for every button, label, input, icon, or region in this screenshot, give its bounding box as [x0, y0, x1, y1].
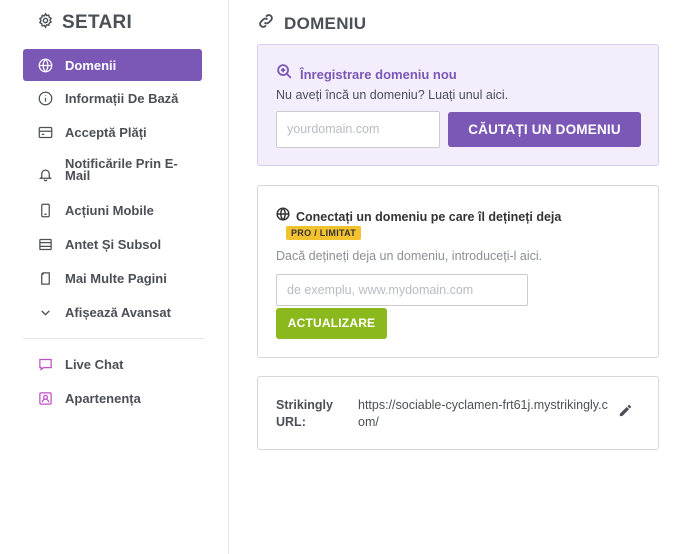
globe-icon: [37, 57, 53, 73]
sidebar-item-more-pages[interactable]: Mai Multe Pagini: [23, 261, 202, 295]
sidebar-item-show-advanced[interactable]: Afișează Avansat: [23, 295, 202, 329]
chat-icon: [37, 356, 53, 372]
sidebar-title: SETARI: [62, 12, 133, 33]
connect-heading: Conectați un domeniu pe care îl dețineți…: [296, 209, 562, 224]
pencil-edit-icon[interactable]: [618, 403, 634, 419]
sidebar-item-label: Mai Multe Pagini: [65, 270, 167, 286]
gear-icon: [37, 12, 54, 34]
sidebar-item-label: Domenii: [65, 57, 117, 73]
strikingly-url-card: Strikingly URL: https://sociable-cyclame…: [257, 376, 659, 450]
sidebar-item-label: Antet Și Subsol: [65, 236, 162, 252]
mobile-icon: [37, 202, 53, 218]
register-subtitle: Nu aveți încă un domeniu? Luați unul aic…: [276, 88, 509, 102]
sidebar-item-payments[interactable]: Acceptă Plăți: [23, 115, 202, 149]
settings-nav: Domenii Informații De Bază Acceptă Plăți…: [23, 49, 204, 415]
pages-icon: [37, 270, 53, 286]
connect-domain-card: Conectați un domeniu pe care îl dețineți…: [257, 185, 659, 358]
bell-icon: [37, 166, 53, 182]
sidebar-item-domains[interactable]: Domenii: [23, 49, 202, 81]
sidebar-item-live-chat[interactable]: Live Chat: [23, 347, 202, 381]
sidebar-item-label: Notificările Prin E-Mail: [65, 156, 178, 183]
chevron-down-icon: [37, 304, 53, 320]
layout-icon: [37, 236, 53, 252]
sidebar-item-label: Live Chat: [65, 356, 124, 372]
globe-icon: [276, 207, 290, 226]
settings-sidebar: SETARI Domenii Informații De Bază Accept…: [0, 0, 229, 554]
pro-limited-badge: PRO / LIMITAT: [286, 226, 362, 240]
zoom-search-icon: [276, 63, 293, 85]
sidebar-item-label: Apartenența: [65, 390, 141, 406]
connect-heading-row: Conectați un domeniu pe care îl dețineți…: [276, 207, 561, 226]
url-label: Strikingly URL:: [276, 398, 333, 429]
sidebar-item-mobile-actions[interactable]: Acțiuni Mobile: [23, 193, 202, 227]
register-domain-card: Înregistrare domeniu nou Nu aveți încă u…: [257, 44, 659, 166]
sidebar-item-label: Afișează Avansat: [65, 304, 171, 320]
sidebar-item-basic-info[interactable]: Informații De Bază: [23, 81, 202, 115]
sidebar-item-membership[interactable]: Apartenența: [23, 381, 202, 415]
sidebar-item-label: Informații De Bază: [65, 90, 179, 106]
sidebar-item-email-notifications[interactable]: Notificările Prin E-Mail: [23, 149, 202, 193]
custom-domain-input[interactable]: de exemplu, www.mydomain.com: [276, 274, 528, 306]
update-button[interactable]: ACTUALIZARE: [276, 308, 387, 339]
page-title: DOMENIU: [284, 13, 367, 33]
register-heading-row: Înregistrare domeniu nou: [276, 63, 457, 85]
register-heading: Înregistrare domeniu nou: [300, 66, 457, 82]
url-value: https://sociable-cyclamen-frt61j.mystrik…: [358, 398, 608, 429]
connect-subtitle: Dacă dețineți deja un domeniu, introduce…: [276, 249, 543, 263]
link-icon: [257, 12, 275, 35]
card-icon: [37, 124, 53, 140]
sidebar-header: SETARI: [37, 12, 132, 34]
page-header: DOMENIU: [257, 12, 366, 35]
member-icon: [37, 390, 53, 406]
sidebar-item-label: Acceptă Plăți: [65, 124, 147, 140]
domain-search-input[interactable]: yourdomain.com: [276, 111, 440, 148]
sidebar-divider: [23, 338, 204, 339]
info-icon: [37, 90, 53, 106]
sidebar-item-header-footer[interactable]: Antet Și Subsol: [23, 227, 202, 261]
search-domain-button[interactable]: CĂUTAȚI UN DOMENIU: [448, 112, 641, 147]
sidebar-item-label: Acțiuni Mobile: [65, 202, 154, 218]
